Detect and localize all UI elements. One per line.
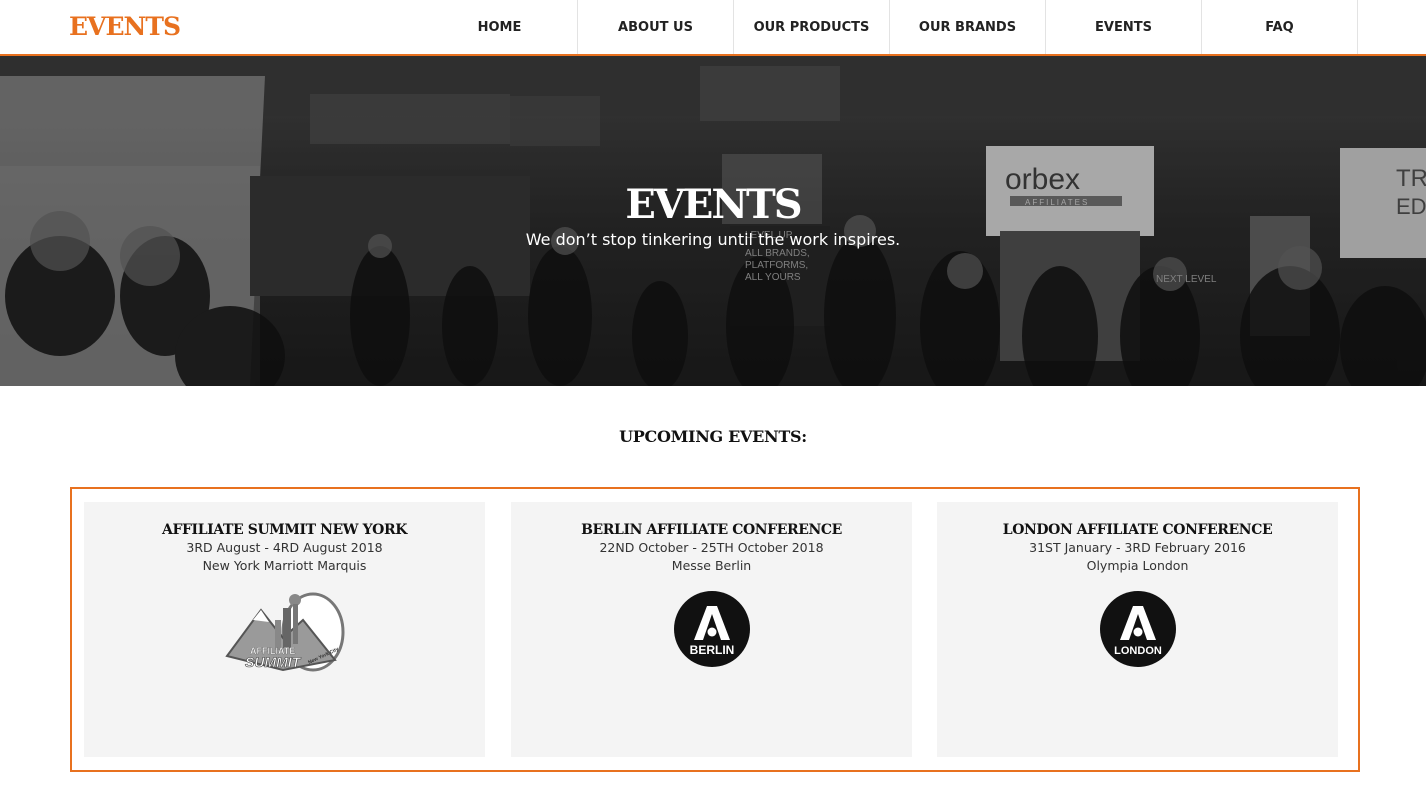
affiliate-summit-logo[interactable]: AFFILIATE SUMMIT New York City xyxy=(223,590,347,676)
event-venue: Olympia London xyxy=(1086,558,1189,573)
event-title[interactable]: AFFILIATE SUMMIT NEW YORK xyxy=(84,522,485,538)
hero-banner: orbex AFFILIATES TRA EDU NEXT LEVEL LEVE… xyxy=(0,56,1426,386)
logo-summit-text: SUMMIT xyxy=(245,654,302,670)
upcoming-events-heading: UPCOMING EVENTS: xyxy=(619,427,807,446)
event-date: 31ST January - 3RD February 2016 xyxy=(1029,540,1246,555)
nav-our-brands[interactable]: OUR BRANDS xyxy=(890,0,1046,54)
event-title[interactable]: BERLIN AFFILIATE CONFERENCE xyxy=(511,522,912,538)
ac-london-logo[interactable]: LONDON xyxy=(1099,590,1177,668)
site-header: EVENTS HOME ABOUT US OUR PRODUCTS OUR BR… xyxy=(0,0,1426,56)
event-title[interactable]: LONDON AFFILIATE CONFERENCE xyxy=(937,522,1338,538)
event-card-london[interactable]: LONDON AFFILIATE CONFERENCE 31ST January… xyxy=(937,502,1338,757)
event-date: 22ND October - 25TH October 2018 xyxy=(599,540,824,555)
logo-london-text: LONDON xyxy=(1114,645,1162,657)
event-card-affiliate-summit[interactable]: AFFILIATE SUMMIT NEW YORK 3RD August - 4… xyxy=(84,502,485,757)
hero-title: EVENTS xyxy=(625,181,802,228)
logo-berlin-text: BERLIN xyxy=(689,643,734,657)
main-nav: HOME ABOUT US OUR PRODUCTS OUR BRANDS EV… xyxy=(422,0,1358,54)
event-venue: New York Marriott Marquis xyxy=(202,558,367,573)
nav-our-products[interactable]: OUR PRODUCTS xyxy=(734,0,890,54)
events-container: AFFILIATE SUMMIT NEW YORK 3RD August - 4… xyxy=(70,487,1360,772)
hero-subtitle: We don’t stop tinkering until the work i… xyxy=(525,230,901,249)
nav-about-us[interactable]: ABOUT US xyxy=(578,0,734,54)
event-date: 3RD August - 4RD August 2018 xyxy=(186,540,383,555)
event-venue: Messe Berlin xyxy=(671,558,752,573)
nav-home[interactable]: HOME xyxy=(422,0,578,54)
site-logo[interactable]: EVENTS xyxy=(69,12,181,42)
event-card-berlin[interactable]: BERLIN AFFILIATE CONFERENCE 22ND October… xyxy=(511,502,912,757)
nav-faq[interactable]: FAQ xyxy=(1202,0,1358,54)
ac-berlin-logo[interactable]: BERLIN xyxy=(673,590,751,668)
nav-events[interactable]: EVENTS xyxy=(1046,0,1202,54)
